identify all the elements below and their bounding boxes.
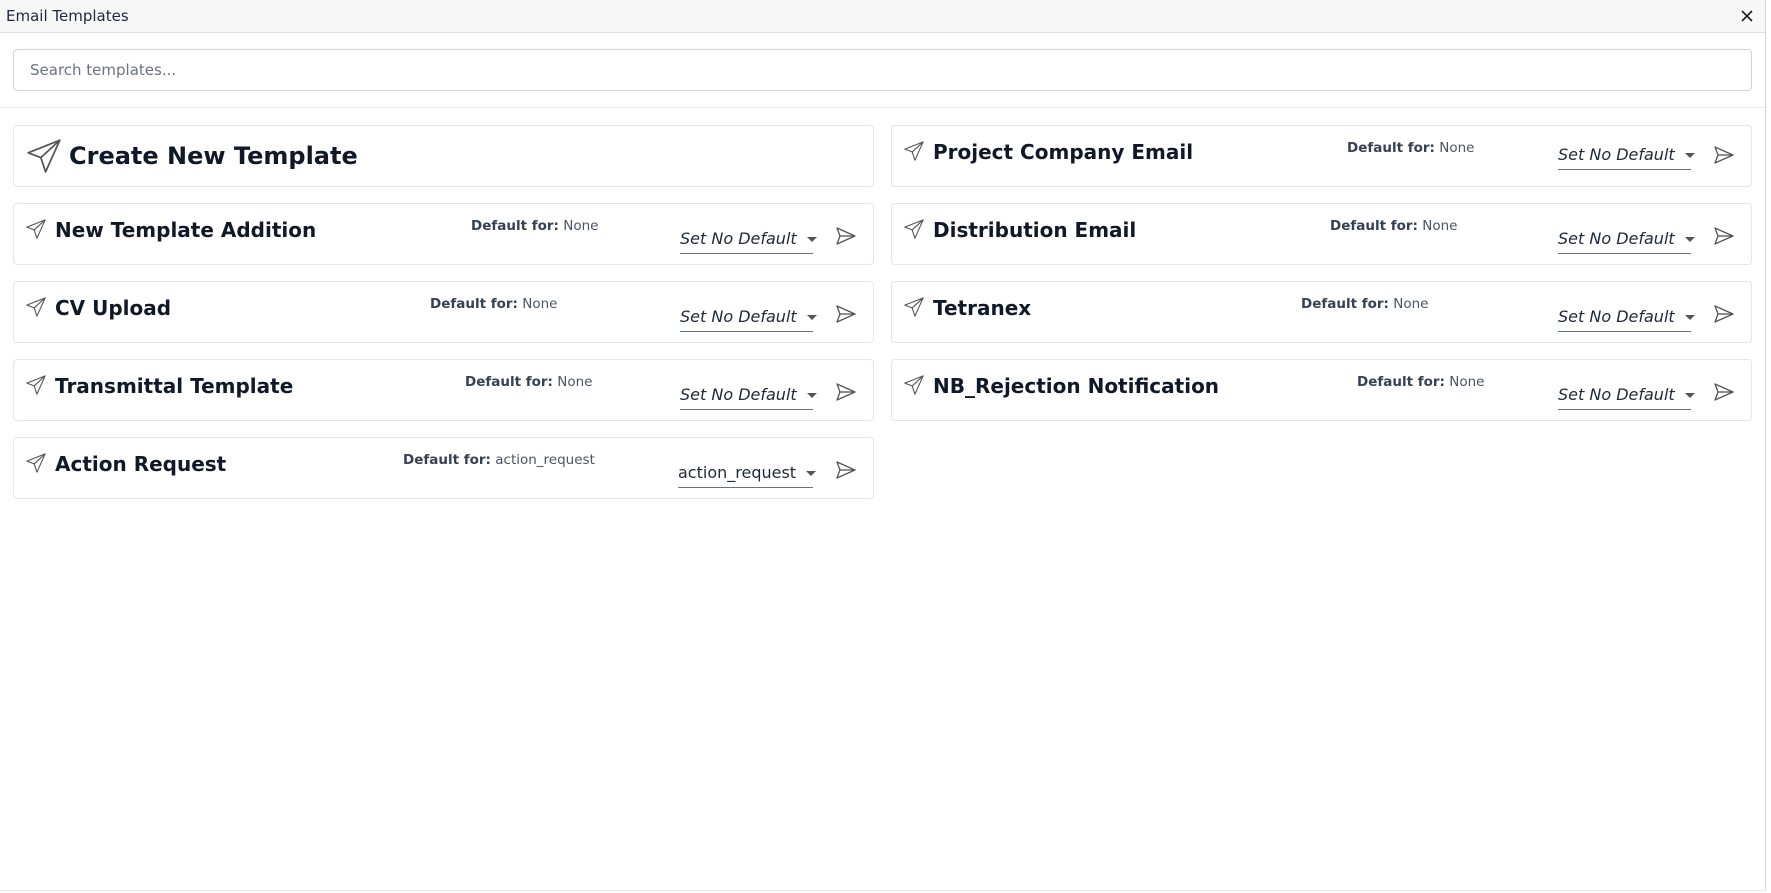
chevron-down-icon (1684, 237, 1695, 242)
default-for-label: Default for: (430, 296, 518, 312)
chevron-down-icon (806, 315, 817, 320)
send-icon[interactable] (1711, 223, 1737, 249)
default-select[interactable]: Set No Default (1558, 380, 1695, 410)
chevron-down-icon (806, 237, 817, 242)
default-select-value: Set No Default (1558, 307, 1675, 326)
default-for-value: None (1449, 374, 1485, 390)
send-icon[interactable] (833, 457, 859, 483)
default-for-value: None (1439, 140, 1475, 156)
template-card: New Template Addition Default for: None … (13, 203, 874, 265)
chevron-down-icon (1684, 393, 1695, 398)
create-new-template-card[interactable]: Create New Template (13, 125, 874, 187)
paper-plane-outline-icon (903, 140, 927, 164)
default-select[interactable]: Set No Default (680, 302, 817, 332)
template-card: NB_Rejection Notification Default for: N… (891, 359, 1752, 421)
template-name: Tetranex (933, 296, 1032, 320)
default-for-value: action_request (495, 452, 595, 468)
chevron-down-icon (806, 471, 817, 476)
default-select-value: Set No Default (680, 307, 797, 326)
paper-plane-outline-icon (903, 218, 927, 242)
template-name: Action Request (55, 452, 227, 476)
template-card: Project Company Email Default for: None … (891, 125, 1752, 187)
chevron-down-icon (1684, 315, 1695, 320)
paper-plane-outline-icon (25, 137, 63, 175)
dialog-title: Email Templates (6, 7, 129, 25)
send-icon[interactable] (833, 223, 859, 249)
close-icon[interactable] (1737, 6, 1757, 26)
paper-plane-outline-icon (25, 452, 49, 476)
paper-plane-outline-icon (903, 296, 927, 320)
template-name: Transmittal Template (55, 374, 294, 398)
template-card: Action Request Default for: action_reque… (13, 437, 874, 499)
paper-plane-outline-icon (903, 374, 927, 398)
default-select-value: Set No Default (680, 229, 797, 248)
template-name: Distribution Email (933, 218, 1137, 242)
default-for-label: Default for: (1301, 296, 1389, 312)
default-for-info: Default for: None (1301, 296, 1428, 312)
template-name: NB_Rejection Notification (933, 374, 1220, 398)
default-for-value: None (522, 296, 558, 312)
paper-plane-outline-icon (25, 218, 49, 242)
default-select-value: action_request (678, 463, 797, 482)
default-select[interactable]: Set No Default (680, 224, 817, 254)
paper-plane-outline-icon (25, 296, 49, 320)
default-select[interactable]: Set No Default (1558, 224, 1695, 254)
send-icon[interactable] (833, 301, 859, 327)
default-select-value: Set No Default (1558, 385, 1675, 404)
search-input[interactable] (13, 49, 1752, 91)
email-templates-dialog: Email Templates Create New Template (0, 0, 1766, 891)
default-for-value: None (1422, 218, 1458, 234)
default-for-value: None (1393, 296, 1429, 312)
create-new-template-label: Create New Template (69, 142, 358, 170)
send-icon[interactable] (833, 379, 859, 405)
default-for-info: Default for: None (430, 296, 557, 312)
template-grid: Create New Template Project Company Emai… (13, 125, 1752, 499)
send-icon[interactable] (1711, 301, 1737, 327)
default-for-value: None (563, 218, 599, 234)
template-card: Tetranex Default for: None Set No Defaul… (891, 281, 1752, 343)
template-card: Distribution Email Default for: None Set… (891, 203, 1752, 265)
send-icon[interactable] (1711, 142, 1737, 168)
default-select[interactable]: Set No Default (1558, 302, 1695, 332)
default-for-info: Default for: action_request (403, 452, 595, 468)
search-bar (0, 33, 1765, 108)
default-for-info: Default for: None (1347, 140, 1474, 156)
default-for-label: Default for: (1347, 140, 1435, 156)
default-for-label: Default for: (1330, 218, 1418, 234)
default-for-label: Default for: (403, 452, 491, 468)
paper-plane-outline-icon (25, 374, 49, 398)
chevron-down-icon (1684, 153, 1695, 158)
chevron-down-icon (806, 393, 817, 398)
template-name: Project Company Email (933, 140, 1194, 164)
default-for-value: None (557, 374, 593, 390)
template-name: New Template Addition (55, 218, 317, 242)
default-select-value: Set No Default (1558, 229, 1675, 248)
default-for-label: Default for: (465, 374, 553, 390)
default-for-label: Default for: (471, 218, 559, 234)
default-for-info: Default for: None (471, 218, 598, 234)
default-select-value: Set No Default (680, 385, 797, 404)
default-for-info: Default for: None (1357, 374, 1484, 390)
template-card: CV Upload Default for: None Set No Defau… (13, 281, 874, 343)
default-select[interactable]: Set No Default (680, 380, 817, 410)
default-for-label: Default for: (1357, 374, 1445, 390)
dialog-titlebar: Email Templates (0, 0, 1765, 33)
default-for-info: Default for: None (465, 374, 592, 390)
template-card: Transmittal Template Default for: None S… (13, 359, 874, 421)
template-name: CV Upload (55, 296, 172, 320)
default-select[interactable]: action_request (678, 458, 817, 488)
default-for-info: Default for: None (1330, 218, 1457, 234)
default-select[interactable]: Set No Default (1558, 140, 1695, 170)
send-icon[interactable] (1711, 379, 1737, 405)
default-select-value: Set No Default (1558, 145, 1675, 164)
